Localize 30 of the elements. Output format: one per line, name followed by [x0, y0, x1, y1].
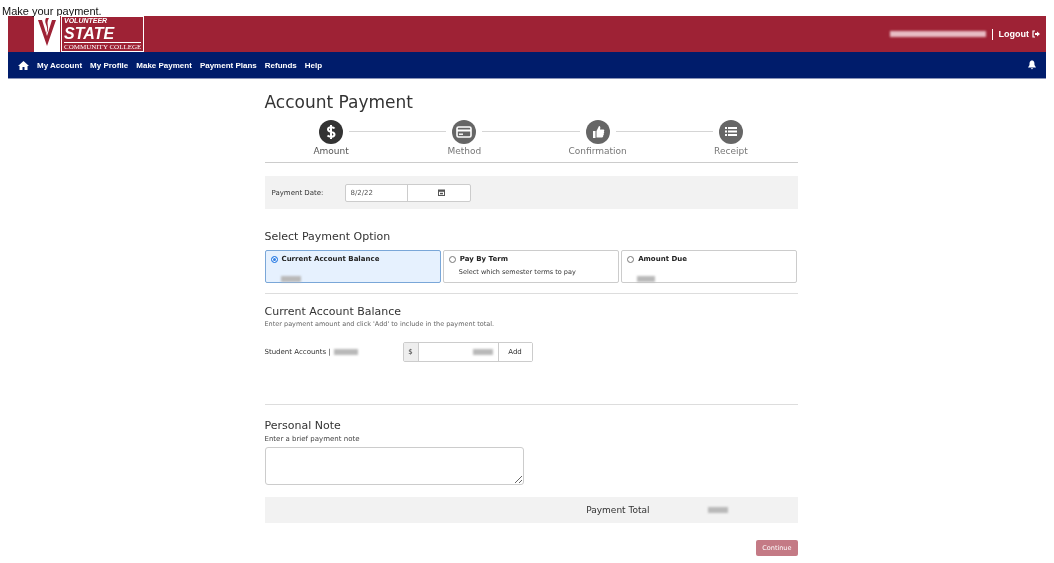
nav-link[interactable]: Help [304, 60, 323, 70]
nav-link[interactable]: Refunds [264, 60, 297, 70]
note-field[interactable] [264, 447, 524, 485]
wizard-step: Confirmation [531, 120, 665, 156]
logout-link[interactable]: Logout [998, 29, 1040, 39]
wizard-step: Amount [264, 120, 398, 156]
page-title: Account Payment [264, 94, 414, 111]
logout-icon[interactable] [1032, 30, 1040, 38]
redacted-mark [637, 275, 656, 282]
total-label: Payment Total [586, 505, 650, 515]
section-heading: Current Account Balance [264, 305, 403, 318]
redacted-mark [333, 349, 358, 355]
notification-bell-icon[interactable] [1028, 60, 1036, 70]
redacted-mark [280, 275, 301, 282]
section-heading: Personal Note [264, 419, 342, 432]
page-caption: Make your payment. [2, 4, 102, 19]
section-heading: Select Payment Option [264, 230, 392, 243]
redacted-mark [472, 349, 493, 355]
radio-button[interactable] [448, 255, 456, 263]
home-icon[interactable] [18, 60, 29, 70]
redacted-mark [707, 507, 728, 513]
radio-button[interactable] [627, 255, 635, 263]
nav-link[interactable]: My Profile [90, 60, 129, 70]
nav-link[interactable]: Make Payment [136, 60, 192, 70]
wizard-step: Receipt [664, 120, 798, 156]
nav-link[interactable]: Payment Plans [199, 60, 257, 70]
logo-text: STATE [64, 25, 116, 42]
wizard-step: Method [397, 120, 531, 156]
calendar-icon[interactable] [437, 189, 445, 196]
nav-link[interactable]: My Account [37, 60, 83, 70]
